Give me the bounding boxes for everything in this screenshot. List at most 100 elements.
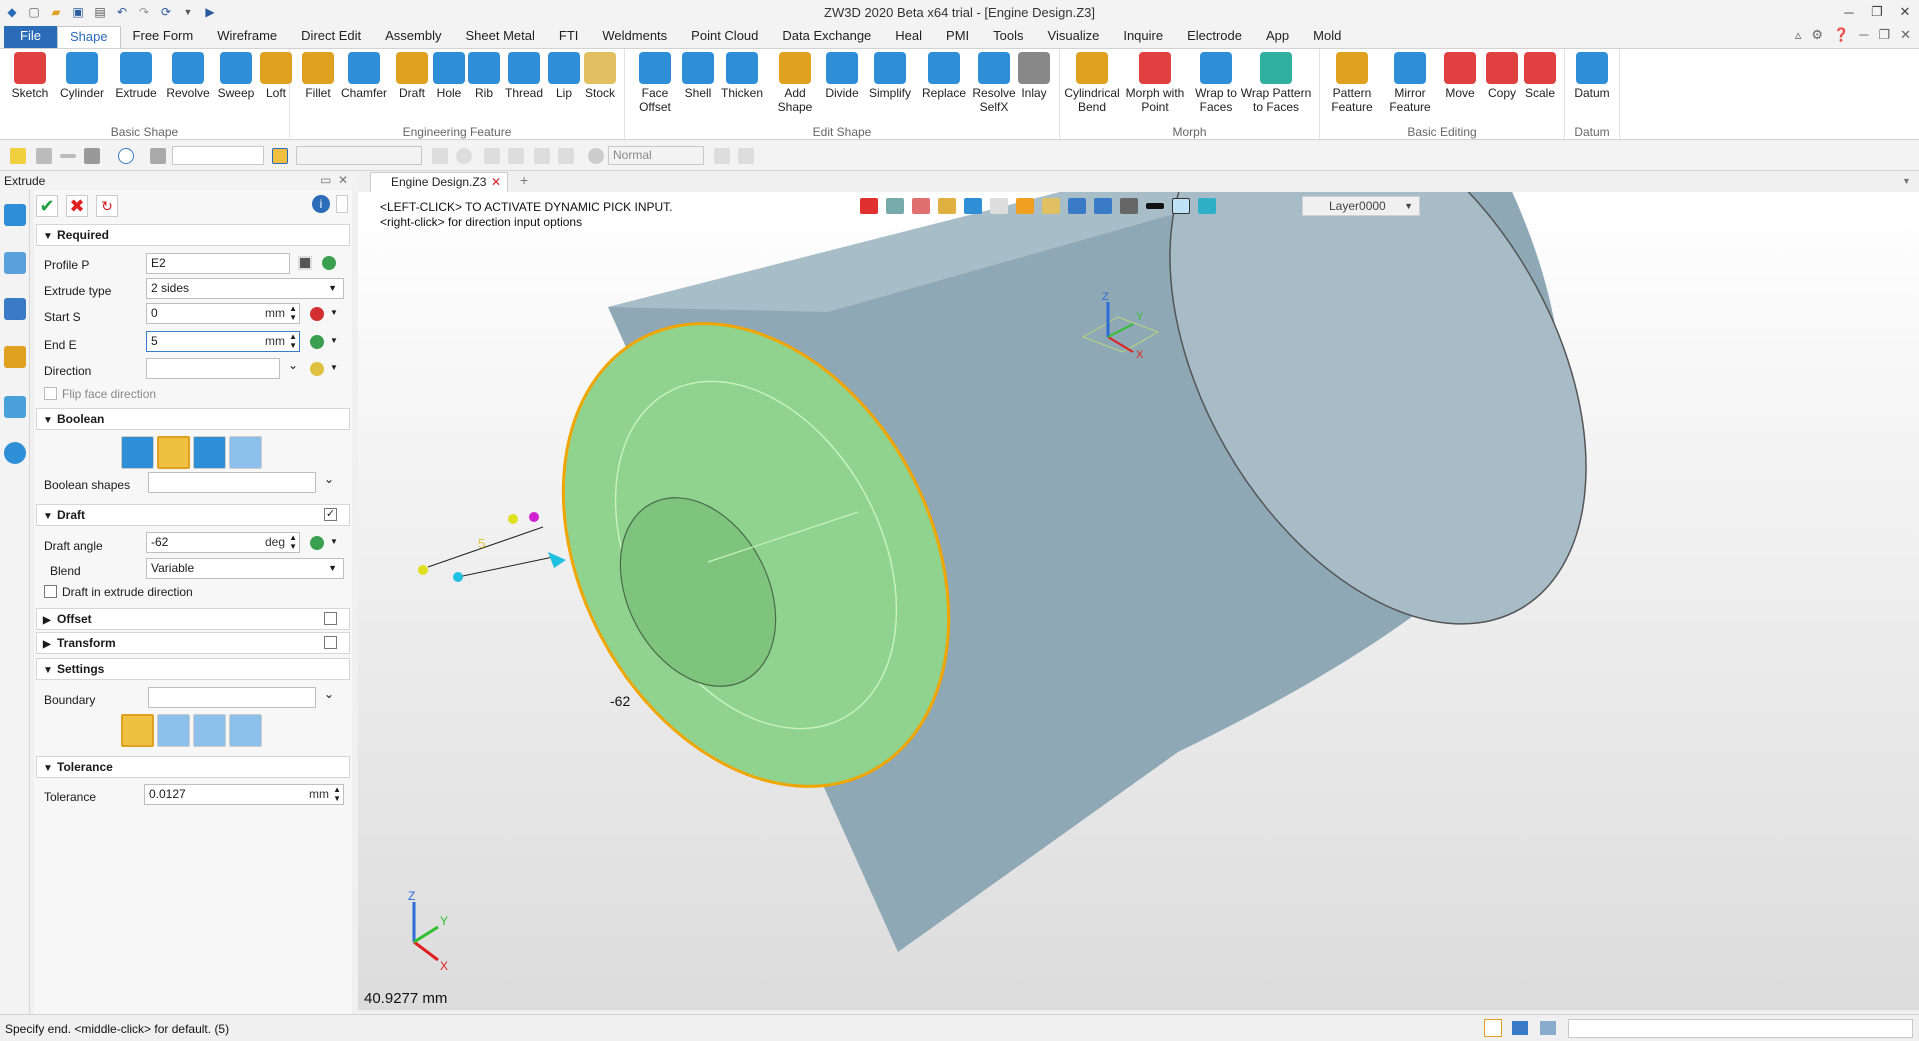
app-logo-icon[interactable]: ◆ bbox=[4, 4, 20, 20]
draft-direction-checkbox[interactable] bbox=[44, 585, 57, 598]
help-icon[interactable]: ❓ bbox=[1833, 27, 1849, 43]
scale-button[interactable]: Scale bbox=[1510, 52, 1570, 126]
draft-pick-icon[interactable] bbox=[310, 536, 324, 550]
cylindrical-bend-button[interactable]: Cylindrical Bend bbox=[1062, 52, 1122, 126]
end-spinner-icon[interactable]: ▲ ▼ bbox=[289, 332, 297, 350]
tab-point-cloud[interactable]: Point Cloud bbox=[679, 26, 770, 48]
section-transform[interactable]: ▶ Transform bbox=[36, 632, 350, 654]
wrap-to-faces-button[interactable]: Wrap to Faces bbox=[1186, 52, 1246, 126]
tab-app[interactable]: App bbox=[1254, 26, 1301, 48]
boolean-base-button[interactable] bbox=[121, 436, 154, 469]
stock-button[interactable]: Stock bbox=[570, 52, 630, 126]
direction-expand-icon[interactable]: ⌄ bbox=[288, 358, 298, 372]
end-pick-icon[interactable] bbox=[310, 335, 324, 349]
pattern-feature-button[interactable]: Pattern Feature bbox=[1322, 52, 1382, 126]
exit-icon[interactable] bbox=[860, 198, 878, 214]
cancel-button[interactable]: ✖ bbox=[66, 195, 88, 217]
undo-icon[interactable]: ↶ bbox=[114, 4, 130, 20]
minimize-icon[interactable]: ─ bbox=[1835, 5, 1863, 20]
new-tab-icon[interactable]: + bbox=[520, 172, 528, 188]
section-view-icon[interactable] bbox=[1068, 198, 1086, 214]
profile-select-icon[interactable] bbox=[298, 256, 312, 270]
boolean-add-button[interactable] bbox=[157, 436, 190, 469]
morph-with-point-button[interactable]: Morph with Point bbox=[1125, 52, 1185, 126]
line-icon[interactable] bbox=[60, 154, 76, 158]
settings-option-4-button[interactable] bbox=[229, 714, 262, 747]
draft-options-icon[interactable]: ▼ bbox=[330, 537, 338, 546]
tab-electrode[interactable]: Electrode bbox=[1175, 26, 1254, 48]
boolean-remove-button[interactable] bbox=[193, 436, 226, 469]
feature-manager-icon[interactable] bbox=[4, 204, 26, 226]
user-icon[interactable] bbox=[4, 442, 26, 464]
settings-option-3-button[interactable] bbox=[193, 714, 226, 747]
assembly-tree-icon[interactable] bbox=[4, 298, 26, 320]
panel-help-icon[interactable] bbox=[336, 195, 348, 213]
draft-angle-input[interactable]: -62 deg ▲ ▼ bbox=[146, 532, 300, 553]
direction-input[interactable] bbox=[146, 358, 280, 379]
select-arrow-icon[interactable] bbox=[10, 148, 26, 164]
end-input[interactable]: 5 mm ▲ ▼ bbox=[146, 331, 300, 352]
tab-fti[interactable]: FTI bbox=[547, 26, 591, 48]
transform-checkbox[interactable] bbox=[324, 636, 337, 649]
panel-close-icon[interactable]: ✕ bbox=[338, 173, 348, 187]
history-tree-icon[interactable] bbox=[4, 252, 26, 274]
info-icon[interactable]: i bbox=[312, 195, 330, 213]
render-icon[interactable] bbox=[1042, 198, 1060, 214]
tab-mold[interactable]: Mold bbox=[1301, 26, 1353, 48]
mdi-close-icon[interactable]: ✕ bbox=[1900, 27, 1911, 43]
mdi-restore-icon[interactable]: ❐ bbox=[1878, 27, 1890, 43]
display-mode-icon[interactable] bbox=[1016, 198, 1034, 214]
inlay-button[interactable]: Inlay bbox=[1004, 52, 1064, 126]
end-handle[interactable] bbox=[508, 514, 518, 524]
simplify-button[interactable]: Simplify bbox=[860, 52, 920, 126]
start-handle[interactable] bbox=[529, 512, 539, 522]
direction-arrow[interactable] bbox=[548, 552, 566, 568]
dimension-angle-label[interactable]: -62 bbox=[610, 693, 630, 709]
minimize-ribbon-icon[interactable]: ▵ bbox=[1795, 27, 1802, 43]
datum-button[interactable]: Datum bbox=[1562, 52, 1622, 126]
wrap-pattern-to-faces-button[interactable]: Wrap Pattern to Faces bbox=[1241, 52, 1311, 126]
tab-tools[interactable]: Tools bbox=[981, 26, 1035, 48]
status-icon-3[interactable] bbox=[1540, 1021, 1556, 1035]
tab-direct-edit[interactable]: Direct Edit bbox=[289, 26, 373, 48]
start-pick-icon[interactable] bbox=[310, 307, 324, 321]
clip-icon[interactable] bbox=[1094, 198, 1112, 214]
settings-gear-icon[interactable]: ⚙ bbox=[1811, 27, 1823, 43]
black-rect-icon[interactable] bbox=[1146, 203, 1164, 209]
tab-visualize[interactable]: Visualize bbox=[1036, 26, 1112, 48]
document-tab[interactable]: Engine Design.Z3 ✕ bbox=[370, 172, 508, 192]
snap-icon[interactable] bbox=[84, 148, 100, 164]
view-cube-icon[interactable] bbox=[964, 198, 982, 214]
section-offset[interactable]: ▶ Offset bbox=[36, 608, 350, 630]
boundary-input[interactable] bbox=[148, 687, 316, 708]
color-square-icon[interactable] bbox=[1172, 198, 1190, 214]
tab-weldments[interactable]: Weldments bbox=[590, 26, 679, 48]
panel-pin-icon[interactable]: ▭ bbox=[320, 173, 331, 187]
tab-file[interactable]: File bbox=[4, 26, 57, 48]
tab-list-icon[interactable]: ▼ bbox=[1902, 176, 1911, 186]
end-options-icon[interactable]: ▼ bbox=[330, 336, 338, 345]
close-icon[interactable]: ✕ bbox=[1891, 4, 1919, 20]
start-spinner-icon[interactable]: ▲ ▼ bbox=[289, 304, 297, 322]
refresh-icon[interactable]: ⟳ bbox=[158, 4, 174, 20]
print-icon[interactable]: ▤ bbox=[92, 4, 108, 20]
tolerance-input[interactable]: 0.0127 mm ▲ ▼ bbox=[144, 784, 344, 805]
boolean-intersect-button[interactable] bbox=[229, 436, 262, 469]
profile-input[interactable]: E2 bbox=[146, 253, 290, 274]
ok-button[interactable]: ✔ bbox=[36, 195, 58, 217]
render-mode-icon[interactable] bbox=[588, 148, 604, 164]
extrude-type-select[interactable]: 2 sides ▼ bbox=[146, 278, 344, 299]
shape-filter-icon[interactable] bbox=[118, 148, 134, 164]
mdi-minimize-icon[interactable]: ─ bbox=[1859, 27, 1868, 43]
extrude-button[interactable]: Extrude bbox=[106, 52, 166, 126]
tab-inquire[interactable]: Inquire bbox=[1111, 26, 1175, 48]
section-settings[interactable]: ▼ Settings bbox=[36, 658, 350, 680]
tab-assembly[interactable]: Assembly bbox=[373, 26, 453, 48]
tab-heal[interactable]: Heal bbox=[883, 26, 934, 48]
thicken-button[interactable]: Thicken bbox=[712, 52, 772, 126]
redo-icon[interactable]: ↷ bbox=[136, 4, 152, 20]
section-boolean[interactable]: ▼ Boolean bbox=[36, 408, 350, 430]
boundary-expand-icon[interactable]: ⌄ bbox=[324, 687, 334, 701]
filter-dropdown[interactable] bbox=[172, 146, 264, 165]
tab-wireframe[interactable]: Wireframe bbox=[205, 26, 289, 48]
